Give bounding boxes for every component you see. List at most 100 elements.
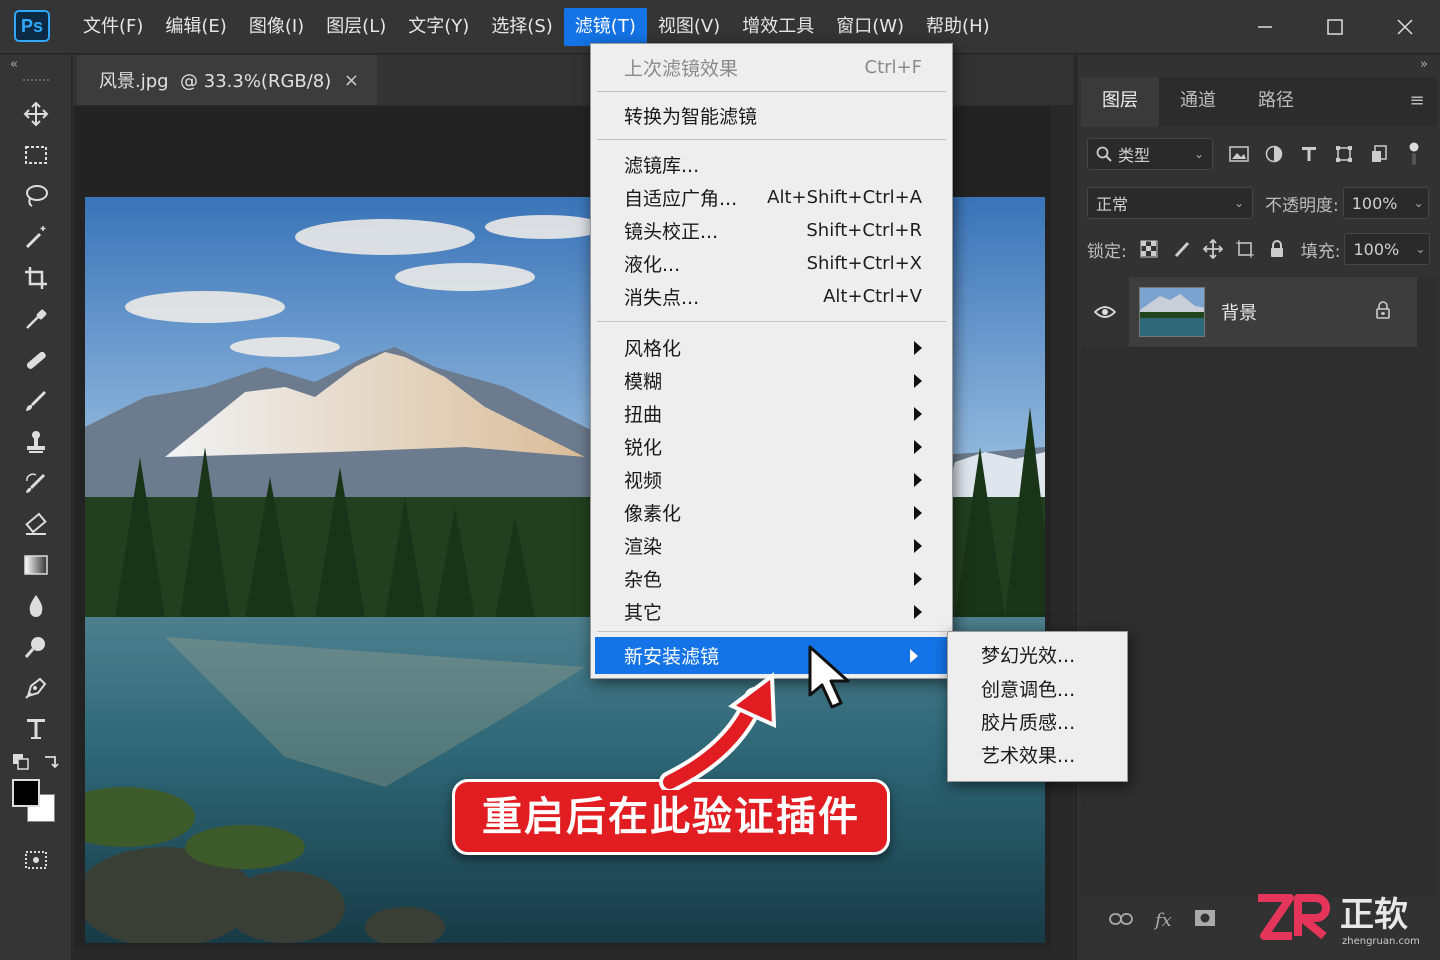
dodge-icon[interactable] bbox=[0, 626, 72, 667]
tab-channels[interactable]: 通道 bbox=[1159, 77, 1237, 127]
toolbar-collapse-icon[interactable]: « bbox=[0, 55, 71, 77]
quick-mask-icon[interactable] bbox=[0, 839, 72, 880]
fx-icon[interactable]: fx bbox=[1155, 910, 1172, 931]
type-icon[interactable] bbox=[0, 708, 72, 749]
new-filters-submenu: 梦幻光效... 创意调色... 胶片质感... 艺术效果... bbox=[947, 631, 1128, 782]
menu-layer[interactable]: 图层(L) bbox=[315, 8, 397, 46]
menu-shortcut: Shift+Ctrl+R bbox=[806, 220, 922, 241]
menu-item-label: 锐化 bbox=[624, 437, 663, 459]
submenu-arrow-icon bbox=[914, 340, 922, 355]
submenu-item-dreamy-light[interactable]: 梦幻光效... bbox=[948, 640, 1127, 673]
menu-item-adaptive-wide-angle[interactable]: 自适应广角... Alt+Shift+Ctrl+A bbox=[591, 181, 952, 214]
menu-item-noise[interactable]: 杂色 bbox=[591, 562, 952, 595]
document-tab-title: 风景.jpg @ 33.3%(RGB/8) bbox=[99, 71, 332, 92]
toolbar-grip[interactable] bbox=[22, 79, 49, 85]
zhengruan-logo: 正软 zhengruan.com bbox=[1258, 894, 1420, 947]
menu-item-other[interactable]: 其它 bbox=[591, 595, 952, 628]
menu-window[interactable]: 窗口(W) bbox=[825, 8, 915, 46]
layer-kind-filter[interactable]: 类型 ⌄ bbox=[1087, 138, 1213, 170]
shape-filter-icon[interactable] bbox=[1328, 138, 1360, 170]
menu-item-stylize[interactable]: 风格化 bbox=[591, 331, 952, 364]
eye-icon[interactable] bbox=[1081, 277, 1129, 347]
menu-file[interactable]: 文件(F) bbox=[72, 8, 154, 46]
lock-icon bbox=[1375, 301, 1391, 323]
healing-brush-icon[interactable] bbox=[0, 339, 72, 380]
fill-input[interactable]: 100% ⌄ bbox=[1344, 233, 1431, 265]
tab-paths[interactable]: 路径 bbox=[1237, 77, 1315, 127]
pen-icon[interactable] bbox=[0, 667, 72, 708]
submenu-arrow-icon bbox=[914, 373, 922, 388]
clone-stamp-icon[interactable] bbox=[0, 421, 72, 462]
menu-item-sharpen[interactable]: 锐化 bbox=[591, 430, 952, 463]
filter-toggle[interactable] bbox=[1398, 138, 1430, 170]
menu-edit[interactable]: 编辑(E) bbox=[154, 8, 237, 46]
photoshop-logo: Ps bbox=[14, 10, 50, 42]
menu-item-filter-gallery[interactable]: 滤镜库... bbox=[591, 148, 952, 181]
menu-plugins[interactable]: 增效工具 bbox=[731, 8, 825, 46]
marquee-icon[interactable] bbox=[0, 134, 72, 175]
opacity-label: 不透明度: bbox=[1265, 195, 1339, 216]
submenu-arrow-icon bbox=[914, 538, 922, 553]
move-icon[interactable] bbox=[0, 93, 72, 134]
magic-wand-icon[interactable] bbox=[0, 216, 72, 257]
menu-item-smart-filter[interactable]: 转换为智能滤镜 bbox=[591, 99, 952, 132]
adjustment-filter-icon[interactable] bbox=[1258, 138, 1290, 170]
gradient-icon[interactable] bbox=[0, 544, 72, 585]
menu-image[interactable]: 图像(I) bbox=[238, 8, 315, 46]
layer-thumbnail bbox=[1139, 287, 1205, 337]
tab-layers[interactable]: 图层 bbox=[1081, 77, 1159, 127]
close-icon[interactable] bbox=[1370, 0, 1440, 54]
smart-object-filter-icon[interactable] bbox=[1363, 138, 1395, 170]
menu-item-new-filters[interactable]: 新安装滤镜 bbox=[595, 637, 948, 674]
submenu-arrow-icon bbox=[914, 472, 922, 487]
menu-item-distort[interactable]: 扭曲 bbox=[591, 397, 952, 430]
history-brush-icon[interactable] bbox=[0, 462, 72, 503]
link-icon[interactable] bbox=[1109, 910, 1133, 931]
menu-item-render[interactable]: 渲染 bbox=[591, 529, 952, 562]
crop-icon[interactable] bbox=[0, 257, 72, 298]
opacity-value: 100% bbox=[1351, 193, 1398, 213]
menu-item-video[interactable]: 视频 bbox=[591, 463, 952, 496]
submenu-item-film-texture[interactable]: 胶片质感... bbox=[948, 707, 1127, 740]
menu-select[interactable]: 选择(S) bbox=[480, 8, 563, 46]
panel-menu-icon[interactable]: ≡ bbox=[1397, 77, 1437, 127]
image-filter-icon[interactable] bbox=[1223, 138, 1255, 170]
lock-pixels-icon[interactable] bbox=[1165, 233, 1197, 265]
blend-mode-select[interactable]: 正常 ⌄ bbox=[1087, 187, 1253, 219]
lock-artboard-icon[interactable] bbox=[1229, 233, 1261, 265]
chevron-down-icon: ⌄ bbox=[1413, 196, 1424, 210]
mask-icon[interactable] bbox=[1194, 909, 1216, 932]
menu-item-liquify[interactable]: 液化... Shift+Ctrl+X bbox=[591, 247, 952, 280]
menu-shortcut: Ctrl+F bbox=[864, 57, 922, 78]
menu-item-label: 模糊 bbox=[624, 371, 663, 393]
maximize-icon[interactable] bbox=[1300, 0, 1370, 54]
swap-colors-icon[interactable] bbox=[42, 753, 60, 771]
menu-item-pixelate[interactable]: 像素化 bbox=[591, 496, 952, 529]
foreground-color-swatch[interactable] bbox=[12, 779, 40, 807]
document-tab[interactable]: 风景.jpg @ 33.3%(RGB/8) × bbox=[77, 55, 377, 105]
menu-filter[interactable]: 滤镜(T) bbox=[563, 8, 647, 46]
menu-item-blur[interactable]: 模糊 bbox=[591, 364, 952, 397]
submenu-item-creative-grading[interactable]: 创意调色... bbox=[948, 674, 1127, 707]
menu-item-lens-correction[interactable]: 镜头校正... Shift+Ctrl+R bbox=[591, 214, 952, 247]
menu-item-vanishing-point[interactable]: 消失点... Alt+Ctrl+V bbox=[591, 280, 952, 313]
opacity-input[interactable]: 100% ⌄ bbox=[1342, 187, 1429, 219]
lock-position-icon[interactable] bbox=[1197, 233, 1229, 265]
eyedropper-icon[interactable] bbox=[0, 298, 72, 339]
type-filter-icon[interactable] bbox=[1293, 138, 1325, 170]
default-colors-icon[interactable] bbox=[12, 753, 30, 771]
close-tab-icon[interactable]: × bbox=[344, 70, 359, 91]
lock-all-icon[interactable] bbox=[1261, 233, 1293, 265]
menu-view[interactable]: 视图(V) bbox=[647, 8, 731, 46]
submenu-item-art-effects[interactable]: 艺术效果... bbox=[948, 740, 1127, 773]
brush-icon[interactable] bbox=[0, 380, 72, 421]
panel-collapse-icon[interactable]: » bbox=[1077, 55, 1440, 77]
minimize-icon[interactable] bbox=[1230, 0, 1300, 54]
layer-row[interactable]: 背景 bbox=[1081, 277, 1417, 347]
lasso-icon[interactable] bbox=[0, 175, 72, 216]
eraser-icon[interactable] bbox=[0, 503, 72, 544]
menu-help[interactable]: 帮助(H) bbox=[915, 8, 1001, 46]
lock-transparent-icon[interactable] bbox=[1133, 233, 1165, 265]
menu-type[interactable]: 文字(Y) bbox=[397, 8, 480, 46]
blur-icon[interactable] bbox=[0, 585, 72, 626]
